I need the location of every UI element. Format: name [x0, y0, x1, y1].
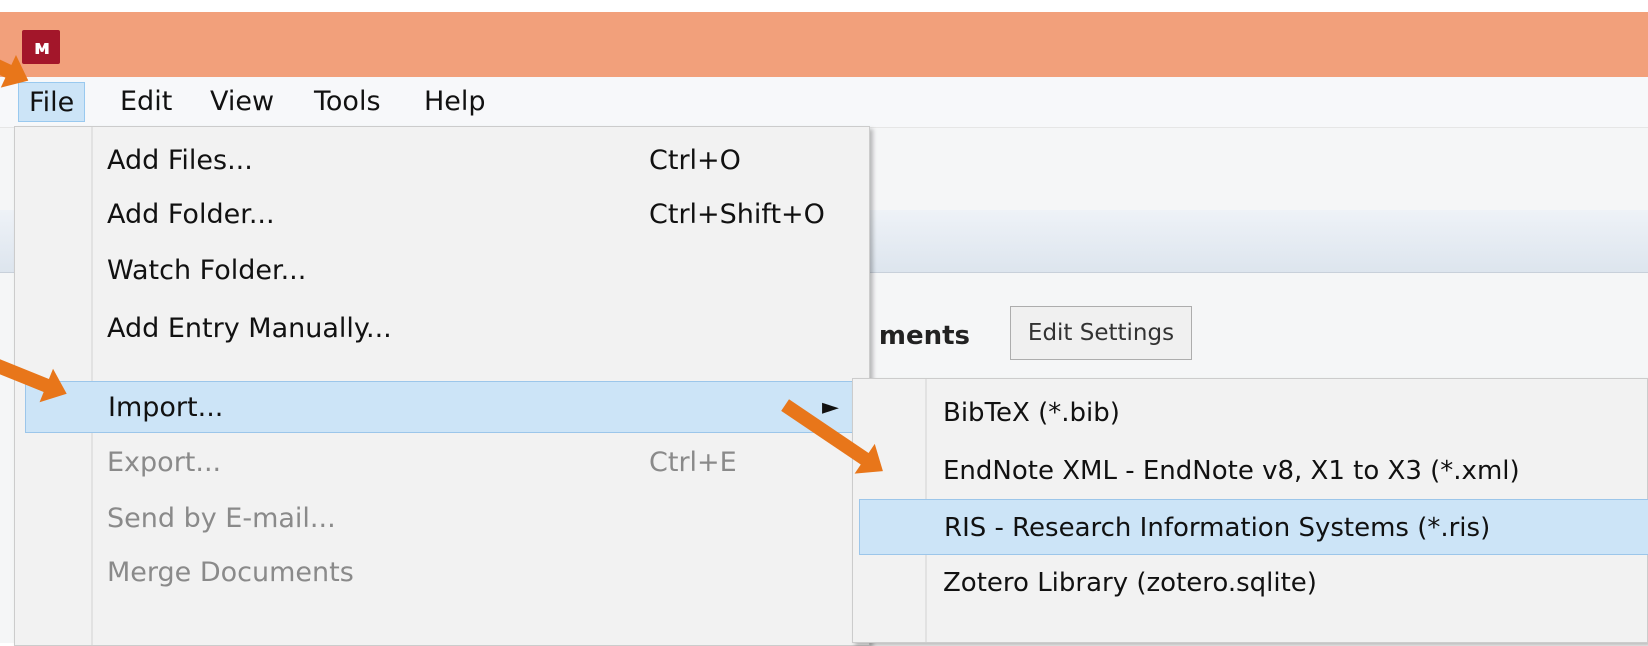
- menu-item-label: Merge Documents: [107, 557, 354, 588]
- menu-item-shortcut: Ctrl+E: [649, 447, 737, 478]
- file-menu-dropdown: Add Files... Ctrl+O Add Folder... Ctrl+S…: [14, 126, 870, 646]
- submenu-item-zotero[interactable]: Zotero Library (zotero.sqlite): [853, 555, 1647, 611]
- menu-item-watch-folder[interactable]: Watch Folder...: [15, 245, 869, 297]
- menu-item-shortcut: Ctrl+O: [649, 145, 741, 176]
- menu-item-label: Send by E-mail...: [107, 503, 336, 534]
- menu-item-label: Export...: [107, 447, 222, 478]
- menu-item-merge-documents[interactable]: Merge Documents: [15, 547, 869, 599]
- menu-item-label: Import...: [108, 392, 224, 423]
- submenu-item-label: RIS - Research Information Systems (*.ri…: [944, 513, 1491, 543]
- menu-item-add-entry-manually[interactable]: Add Entry Manually...: [15, 303, 869, 355]
- menu-item-label: Add Entry Manually...: [107, 313, 392, 344]
- menu-item-add-folder[interactable]: Add Folder... Ctrl+Shift+O: [15, 189, 869, 241]
- submenu-item-label: BibTeX (*.bib): [943, 398, 1120, 428]
- import-submenu: BibTeX (*.bib) EndNote XML - EndNote v8,…: [852, 378, 1648, 643]
- submenu-item-ris[interactable]: RIS - Research Information Systems (*.ri…: [859, 499, 1648, 555]
- submenu-item-endnote-xml[interactable]: EndNote XML - EndNote v8, X1 to X3 (*.xm…: [853, 443, 1647, 499]
- menu-item-export[interactable]: Export... Ctrl+E: [15, 437, 869, 489]
- menu-item-label: Add Files...: [107, 145, 253, 176]
- menu-item-send-email[interactable]: Send by E-mail...: [15, 493, 869, 545]
- menu-edit[interactable]: Edit: [110, 82, 182, 122]
- menu-view[interactable]: View: [200, 82, 284, 122]
- menu-item-add-files[interactable]: Add Files... Ctrl+O: [15, 135, 869, 187]
- edit-settings-button[interactable]: Edit Settings: [1010, 306, 1192, 360]
- menu-tools[interactable]: Tools: [304, 82, 391, 122]
- menu-item-label: Watch Folder...: [107, 255, 307, 286]
- submenu-item-label: Zotero Library (zotero.sqlite): [943, 568, 1317, 598]
- menu-item-shortcut: Ctrl+Shift+O: [649, 199, 825, 230]
- menu-item-import[interactable]: Import... ►: [25, 381, 865, 433]
- submenu-item-label: EndNote XML - EndNote v8, X1 to X3 (*.xm…: [943, 456, 1520, 486]
- menu-help[interactable]: Help: [414, 82, 496, 122]
- mendeley-logo-icon[interactable]: ᴍ: [22, 30, 60, 64]
- menu-item-label: Add Folder...: [107, 199, 275, 230]
- menu-file[interactable]: File: [18, 82, 86, 122]
- submenu-item-bibtex[interactable]: BibTeX (*.bib): [853, 385, 1647, 441]
- title-bar: ᴍ: [0, 12, 1648, 77]
